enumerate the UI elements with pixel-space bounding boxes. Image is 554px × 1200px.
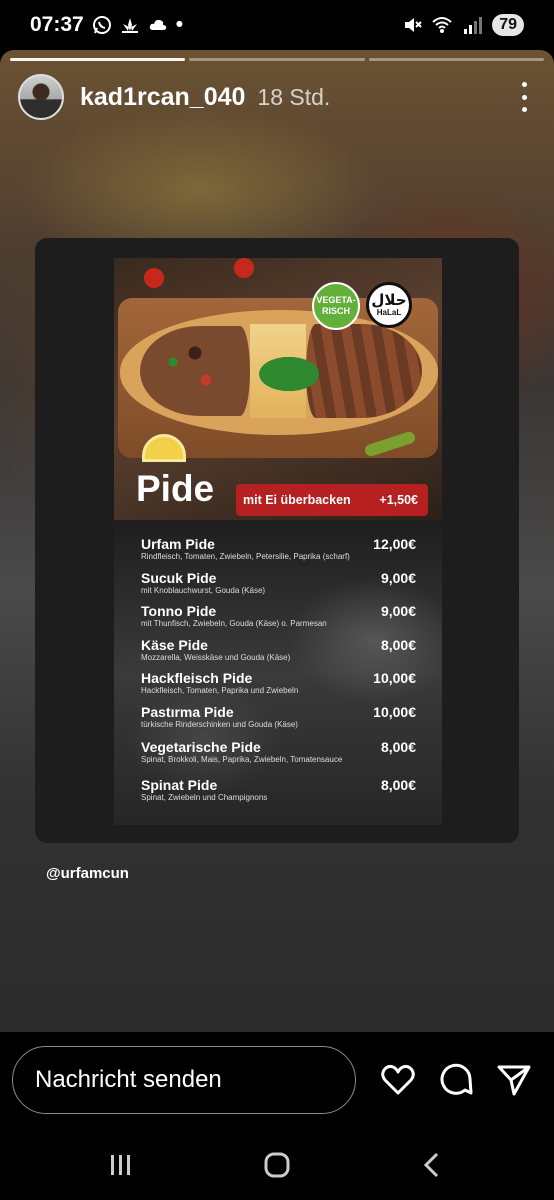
- menu-item: Sucuk Pide 9,00€ mit Knoblauchwurst, Gou…: [141, 569, 416, 595]
- heart-icon[interactable]: [380, 1062, 416, 1098]
- tomato-decoration: [234, 258, 254, 278]
- recent-apps-icon[interactable]: [101, 1150, 141, 1180]
- signal-icon: [464, 17, 483, 34]
- egg-option-price: +1,50€: [379, 493, 418, 507]
- system-nav-bar: [0, 1132, 554, 1200]
- progress-segment: [189, 58, 365, 61]
- home-icon[interactable]: [257, 1150, 297, 1180]
- menu-item: Pastırma Pide 10,00€ türkische Rindersch…: [141, 703, 416, 729]
- story-view[interactable]: kad1rcan_040 18 Std. VEGETA- RISCH حلال …: [0, 50, 554, 1032]
- status-right: 79: [402, 14, 524, 36]
- lotus-icon: [121, 18, 138, 33]
- mention-tag[interactable]: @urfamcun: [46, 865, 129, 882]
- mute-icon: [405, 18, 422, 32]
- menu-item: Hackfleisch Pide 10,00€ Hackfleisch, Tom…: [141, 670, 416, 695]
- halal-badge: حلال HaLaL: [366, 282, 412, 328]
- avatar[interactable]: [18, 74, 64, 120]
- menu-list: Urfam Pide 12,00€ Rindfleisch, Tomaten, …: [114, 520, 442, 825]
- back-icon[interactable]: [412, 1150, 452, 1180]
- status-time: 07:37: [30, 13, 84, 36]
- story-screen: 07:37 • 79 kad1rcan_040 18 Std. VEGETA- …: [0, 0, 554, 1200]
- vegetarian-badge: VEGETA- RISCH: [312, 282, 360, 330]
- status-left: 07:37 •: [30, 13, 183, 37]
- wifi-icon: [432, 17, 452, 33]
- time-ago: 18 Std.: [257, 83, 331, 110]
- whatsapp-icon: [92, 16, 111, 34]
- egg-option-banner: mit Ei überbacken +1,50€: [236, 484, 428, 516]
- progress-segment: [368, 58, 544, 61]
- username[interactable]: kad1rcan_040: [80, 83, 245, 112]
- pide-photo: VEGETA- RISCH حلال HaLaL Pide mit Ei übe…: [114, 258, 442, 520]
- story-header: kad1rcan_040 18 Std.: [18, 74, 536, 120]
- more-options-icon[interactable]: [512, 82, 536, 112]
- menu-item: Vegetarische Pide 8,00€ Spinat, Brokkoli…: [141, 738, 416, 764]
- progress-segment: [10, 58, 186, 61]
- menu-image: VEGETA- RISCH حلال HaLaL Pide mit Ei übe…: [114, 258, 442, 825]
- status-dot: •: [175, 13, 184, 36]
- cloud-icon: [149, 19, 166, 30]
- status-bar: 07:37 • 79: [0, 0, 554, 50]
- reply-bar: [0, 1032, 554, 1132]
- comment-icon[interactable]: [438, 1062, 474, 1098]
- story-progress: [10, 58, 544, 61]
- menu-item: Käse Pide 8,00€ Mozzarella, Weisskäse un…: [141, 636, 416, 662]
- shared-post[interactable]: VEGETA- RISCH حلال HaLaL Pide mit Ei übe…: [35, 238, 519, 843]
- pide-topping-meat: [140, 326, 250, 416]
- menu-item: Urfam Pide 12,00€ Rindfleisch, Tomaten, …: [141, 536, 416, 561]
- parsley-decoration: [254, 354, 324, 394]
- message-input[interactable]: [12, 1046, 356, 1114]
- egg-option-label: mit Ei überbacken: [243, 493, 351, 507]
- menu-item: Tonno Pide 9,00€ mit Thunfisch, Zwiebeln…: [141, 603, 416, 628]
- send-icon[interactable]: [496, 1062, 532, 1098]
- battery-indicator: 79: [492, 14, 524, 36]
- menu-title: Pide: [136, 468, 215, 509]
- menu-item: Spinat Pide 8,00€ Spinat, Zwiebeln und C…: [141, 776, 416, 802]
- tomato-decoration: [144, 268, 164, 288]
